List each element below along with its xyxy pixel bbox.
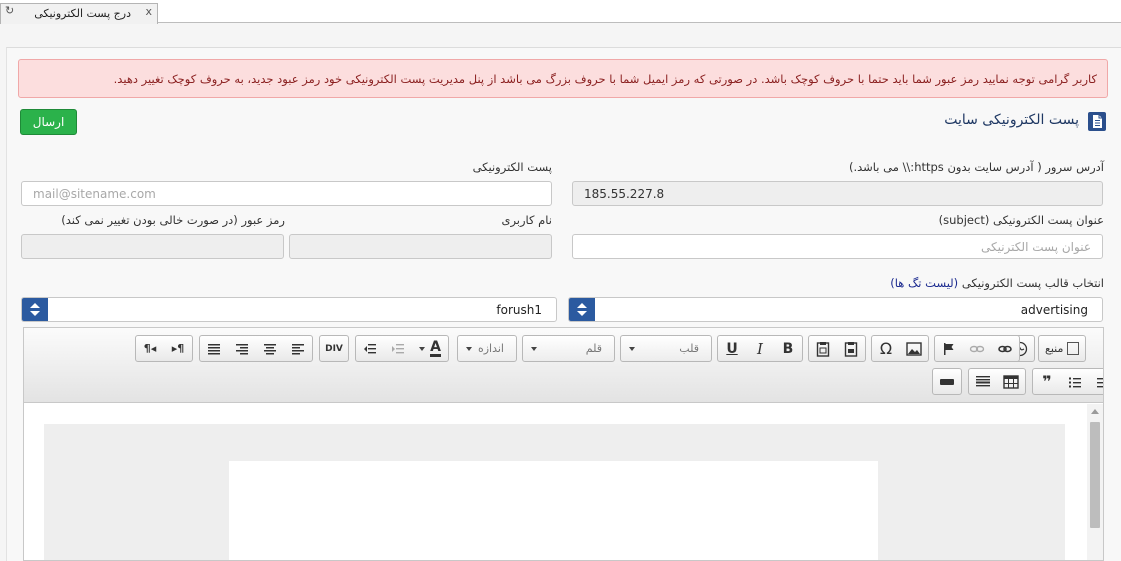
subject-input[interactable] xyxy=(572,234,1103,259)
size-combo[interactable]: اندازه xyxy=(457,335,517,362)
template-label-main: انتخاب قالب پست الکترونیکی xyxy=(958,276,1104,290)
chevron-down-icon xyxy=(466,347,472,351)
server-label-suffix: می باشد.) xyxy=(848,160,903,174)
insert-group: Ω xyxy=(871,335,929,362)
source-icon xyxy=(1067,342,1080,355)
account-select[interactable]: forush1 xyxy=(21,297,557,322)
close-icon[interactable]: x xyxy=(145,5,152,18)
align-group xyxy=(199,335,313,362)
color-indent-group: A xyxy=(355,335,449,362)
document-icon xyxy=(1088,112,1106,131)
basic-style-group: U I B xyxy=(717,335,803,362)
editor-paper[interactable] xyxy=(229,461,878,560)
password-label: رمز عبور (در صورت خالی بودن تغییر نمی کن… xyxy=(61,213,285,227)
table-icon[interactable] xyxy=(997,369,1025,394)
direction-group: ¶◂ ▸¶ xyxy=(135,335,193,362)
align-right-icon[interactable] xyxy=(228,336,256,361)
horizontal-rule-icon[interactable] xyxy=(969,369,997,394)
password-input[interactable] xyxy=(21,234,284,259)
scroll-up-icon[interactable] xyxy=(1091,409,1099,414)
indent-icon[interactable] xyxy=(384,336,412,361)
underline-button[interactable]: U xyxy=(718,336,746,361)
blockquote-icon[interactable]: ❞ xyxy=(1033,369,1061,394)
format-combo[interactable]: قلب xyxy=(620,335,712,362)
outdent-icon[interactable] xyxy=(356,336,384,361)
bold-button[interactable]: B xyxy=(774,336,802,361)
unlink-icon[interactable] xyxy=(963,336,991,361)
email-label: پست الکترونیکی xyxy=(472,160,552,174)
font-color-button[interactable]: A xyxy=(412,336,448,361)
div-group: DIV xyxy=(319,335,349,362)
editor-toolbar: منبع Ω U I B قلب قلم اندازه A DIV ¶◂ ▸¶ … xyxy=(24,328,1103,403)
chevron-down-icon xyxy=(419,346,426,351)
text-direction-rtl-icon[interactable]: ¶◂ xyxy=(136,336,164,361)
numbered-list-icon[interactable] xyxy=(1089,369,1103,394)
separator-icon[interactable] xyxy=(933,369,961,394)
refresh-icon[interactable]: ↻ xyxy=(5,4,14,17)
username-label: نام کاربری xyxy=(501,213,552,227)
align-center-icon[interactable] xyxy=(256,336,284,361)
tab-bar: ↻ درج پست الکترونیکی x xyxy=(0,0,1121,24)
chevron-down-icon xyxy=(531,347,537,351)
account-select-value: forush1 xyxy=(496,303,542,317)
tab-insert-email[interactable]: ↻ درج پست الکترونیکی x xyxy=(0,3,158,24)
chevron-down-icon xyxy=(629,347,635,351)
image-icon[interactable] xyxy=(900,336,928,361)
editor-scrollbar[interactable] xyxy=(1087,404,1103,560)
font-combo[interactable]: قلم xyxy=(522,335,615,362)
select-arrows-icon[interactable] xyxy=(22,298,48,321)
subject-label: عنوان پست الکترونیکی (subject) xyxy=(938,213,1104,227)
bulleted-list-icon[interactable] xyxy=(1061,369,1089,394)
italic-button[interactable]: I xyxy=(746,336,774,361)
align-justify-icon[interactable] xyxy=(200,336,228,361)
font-color-icon: A xyxy=(430,339,441,357)
size-combo-label: اندازه xyxy=(477,342,504,355)
source-group: منبع xyxy=(1038,335,1087,362)
format-combo-label: قلب xyxy=(679,342,699,355)
scroll-thumb[interactable] xyxy=(1090,422,1100,528)
omega-icon[interactable]: Ω xyxy=(872,336,900,361)
align-left-icon[interactable] xyxy=(284,336,312,361)
email-input[interactable] xyxy=(21,181,552,206)
tab-label: درج پست الکترونیکی xyxy=(34,7,131,20)
font-combo-label: قلم xyxy=(585,342,602,355)
template-select-value: advertising xyxy=(1020,303,1088,317)
send-button[interactable]: ارسال xyxy=(20,109,77,135)
template-label: انتخاب قالب پست الکترونیکی (لیست تگ ها) xyxy=(890,276,1104,290)
link-group xyxy=(934,335,1020,362)
clipboard-group xyxy=(808,335,866,362)
list-group: ❞ xyxy=(1032,368,1103,395)
text-direction-ltr-icon[interactable]: ▸¶ xyxy=(164,336,192,361)
username-input[interactable] xyxy=(289,234,552,259)
template-select[interactable]: advertising xyxy=(568,297,1103,322)
editor-content-area[interactable] xyxy=(24,404,1103,560)
rich-text-editor: منبع Ω U I B قلب قلم اندازه A DIV ¶◂ ▸¶ … xyxy=(23,327,1104,561)
create-div-button[interactable]: DIV xyxy=(320,336,348,361)
server-address-label: آدرس سرور ( آدرس سایت بدون https:\\ می ب… xyxy=(849,160,1104,174)
server-address-input[interactable] xyxy=(572,181,1103,206)
source-button[interactable]: منبع xyxy=(1039,336,1085,361)
link-icon[interactable] xyxy=(991,336,1019,361)
paste-text-icon[interactable] xyxy=(809,336,837,361)
server-label-prefix: آدرس سرور ( آدرس سایت بدون xyxy=(943,160,1104,174)
page-title: پست الکترونیکی سایت xyxy=(944,112,1079,128)
tag-list-link[interactable]: (لیست تگ ها) xyxy=(890,276,958,290)
alert-message: کاربر گرامی توجه نمایید رمز عبور شما بای… xyxy=(18,59,1108,98)
table-group xyxy=(968,368,1026,395)
anchor-flag-icon[interactable] xyxy=(935,336,963,361)
paste-word-icon[interactable] xyxy=(837,336,865,361)
source-label: منبع xyxy=(1045,342,1064,355)
hr-group xyxy=(932,368,962,395)
server-label-proto: https:\\ xyxy=(902,160,944,174)
select-arrows-icon[interactable] xyxy=(569,298,595,321)
